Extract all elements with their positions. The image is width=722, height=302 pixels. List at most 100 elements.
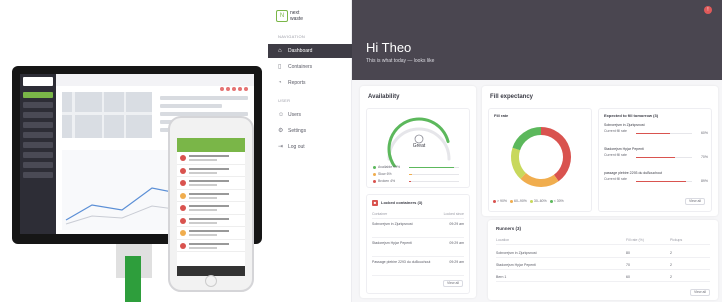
- runner-fill: 60: [626, 275, 630, 279]
- legend-label: > 90%: [497, 199, 508, 203]
- expected-item-pct: 70%: [700, 155, 708, 159]
- locked-table-header: Container Locked since: [372, 212, 464, 219]
- legend-label: Available: [378, 165, 393, 169]
- legend-value: 4%: [390, 179, 396, 183]
- monitor-sidebar: [20, 74, 56, 234]
- monitor-base: [125, 256, 141, 302]
- page-subtitle: This is what today — looks like: [366, 58, 435, 64]
- col-container: Container: [372, 212, 388, 216]
- runner-pickups: 2: [670, 251, 672, 255]
- locked-title-text: Locked containers: [381, 200, 417, 205]
- nav-section-label: NAVIGATION: [278, 34, 306, 39]
- monitor-nav-item: [23, 132, 53, 138]
- donut-legend-item: < 30%: [549, 199, 564, 203]
- sidebar-item-containers[interactable]: ▯ Containers: [268, 60, 352, 74]
- monitor-nav-item: [23, 92, 53, 98]
- table-row[interactable]: Sobrorejsm in Zjurkpsnost 09:29 am: [372, 222, 464, 238]
- expected-item-bar: [636, 157, 692, 159]
- table-row[interactable]: Sobrorejsm in Zjurkpsnost 80 2: [496, 248, 710, 258]
- phone-list-item: [177, 215, 245, 227]
- phone-list-item: [177, 240, 245, 252]
- dashboard-header: ! Hi Theo This is what today — looks lik…: [352, 0, 722, 80]
- col-location: Location: [496, 238, 510, 242]
- legend-available: Available 90%: [373, 165, 400, 169]
- col-fill-rate: Fill rate (%): [626, 238, 644, 242]
- monitor-nav-item: [23, 112, 53, 118]
- mobile-phone: [168, 116, 254, 292]
- runners-title: Runners (3): [496, 226, 521, 231]
- monitor-nav-item: [23, 152, 53, 158]
- sidebar-item-settings[interactable]: ⚙ Settings: [268, 124, 352, 138]
- monitor-map: [62, 92, 152, 138]
- table-row[interactable]: Passage plebire 2293 du duBouchout 09:29…: [372, 260, 464, 276]
- sidebar-item-dashboard[interactable]: ⌂ Dashboard: [268, 44, 352, 58]
- row-name: Passage plebire 2293 du duBouchout: [372, 260, 431, 264]
- fill-rate-title: Fill rate: [494, 113, 509, 118]
- marketing-composite: Nnext waste NAVIGATION ⌂ Dashboard ▯ Contai…: [0, 0, 722, 302]
- legend-swatch: [529, 199, 533, 203]
- runner-pickups: 2: [670, 263, 672, 267]
- phone-list-item: [177, 190, 245, 202]
- page-title: Hi Theo: [366, 40, 412, 55]
- expected-count: (3): [653, 113, 659, 118]
- gear-icon: ⚙: [278, 128, 284, 134]
- monitor-logo: [23, 77, 53, 86]
- availability-card: Availability Great Available 90% Slow 6%…: [360, 86, 476, 298]
- donut-legend-item: > 90%: [493, 199, 507, 203]
- sidebar-item-reports[interactable]: ◔ Reports: [268, 76, 352, 90]
- expected-title-text: Expected to fill tomorrow: [604, 113, 653, 118]
- list-item[interactable]: Sobrorejsm in Zjurkpsnost Current fill r…: [604, 123, 708, 143]
- phone-screen: [177, 138, 245, 276]
- sidebar-item-logout[interactable]: ⇥ Log out: [268, 140, 352, 154]
- availability-gauge: [387, 117, 451, 167]
- sidebar-item-users[interactable]: ☺ Users: [268, 108, 352, 122]
- expected-item-pct: 89%: [700, 179, 708, 183]
- expected-item-name: Sobrorejsm in Zjurkpsnost: [604, 123, 645, 127]
- sidebar: Nnext waste NAVIGATION ⌂ Dashboard ▯ Contai…: [268, 0, 352, 302]
- locked-view-all-button[interactable]: View all: [443, 280, 463, 287]
- phone-home-button: [205, 275, 217, 287]
- donut-legend-item: 60–90%: [510, 199, 527, 203]
- donut-legend-item: 30–60%: [529, 199, 547, 203]
- monitor-nav-item: [23, 172, 53, 178]
- fill-rate-panel: Fill rate > 90% 60–90% 30–60% < 30%: [488, 108, 592, 212]
- list-item[interactable]: passage plebire 2293 du duBouchout Curre…: [604, 171, 708, 191]
- runners-view-all-button[interactable]: View all: [690, 289, 710, 296]
- legend-label: 60–90%: [514, 199, 527, 203]
- availability-title: Availability: [368, 94, 400, 100]
- col-locked-since: Locked since: [443, 212, 464, 216]
- sidebar-item-label: Settings: [288, 128, 307, 134]
- table-row[interactable]: Bern 1 60 2: [496, 272, 710, 282]
- table-row[interactable]: Stadorejsm Hpjar Pepenti 70 2: [496, 260, 710, 270]
- web-app: Nnext waste NAVIGATION ⌂ Dashboard ▯ Contai…: [268, 0, 722, 302]
- runner-pickups: 2: [670, 275, 672, 279]
- donut-slice-0: [540, 127, 571, 182]
- legend-bar-slow: [409, 174, 459, 176]
- legend-label: 30–60%: [533, 199, 547, 203]
- row-value: 09:29 am: [449, 241, 464, 245]
- runners-card: Runners (3) Location Fill rate (%) Picku…: [488, 220, 718, 300]
- phone-list-item: [177, 227, 245, 240]
- runner-name: Bern 1: [496, 275, 507, 279]
- phone-list-item: [177, 152, 245, 165]
- locked-count: (3): [417, 200, 423, 205]
- legend-label: < 30%: [553, 199, 564, 203]
- phone-list-item: [177, 202, 245, 215]
- table-row[interactable]: Stadorejsm Hpjar Pepenti 09:29 am: [372, 241, 464, 257]
- list-item[interactable]: Stadorejsm Hpjar Pepenti Current fill ra…: [604, 147, 708, 167]
- fill-expectancy-card: Fill expectancy Fill rate > 90% 60–90% 30–…: [482, 86, 718, 216]
- runner-name: Stadorejsm Hpjar Pepenti: [496, 263, 536, 267]
- sidebar-item-label: Users: [288, 112, 302, 118]
- locked-containers-panel: ■ Locked containers (3) Container Locked…: [366, 194, 470, 294]
- legend-value: 6%: [386, 172, 392, 176]
- donut-slice-3: [512, 127, 542, 151]
- expected-item-pct: 60%: [700, 131, 708, 135]
- row-name: Stadorejsm Hpjar Pepenti: [372, 241, 412, 245]
- notification-icon[interactable]: !: [704, 6, 712, 14]
- legend-value: 90%: [393, 165, 401, 169]
- container-icon: ▯: [278, 64, 282, 70]
- expected-view-all-button[interactable]: View all: [685, 198, 705, 205]
- app-logo: Nnext waste: [276, 10, 303, 22]
- legend-broken: Broken 4%: [373, 179, 395, 183]
- col-pickups: Pickups: [670, 238, 683, 242]
